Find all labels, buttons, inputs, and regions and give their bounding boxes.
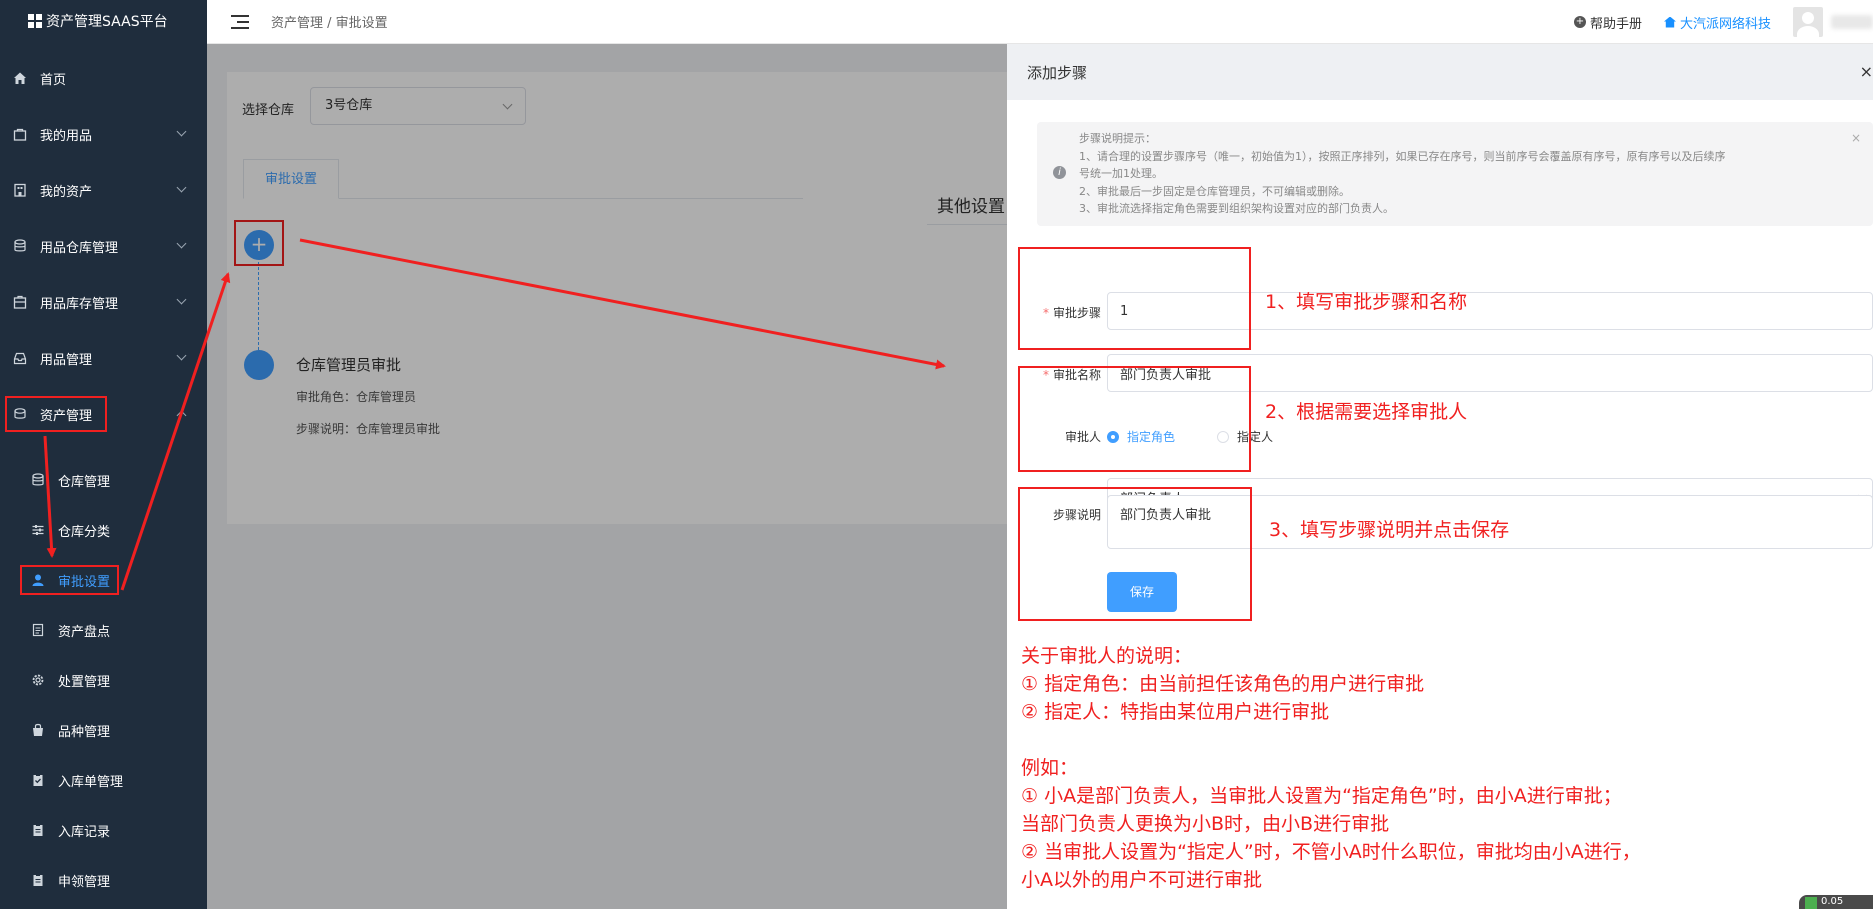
sidebar-item-label: 仓库分类 (58, 524, 111, 540)
sliders-icon (30, 522, 46, 538)
chevron-down-icon (176, 294, 187, 305)
sidebar-item-label: 用品管理 (40, 352, 93, 368)
tips-alert: i × 步骤说明提示： 1、请合理的设置步骤序号（唯一，初始值为1），按照正序排… (1037, 122, 1873, 226)
company-link[interactable]: 大汽派网络科技 (1663, 13, 1771, 32)
chevron-up-icon (176, 410, 187, 421)
sidebar-item-label: 我的资产 (40, 184, 93, 200)
sidebar-subitem-variety-management[interactable]: 品种管理 (0, 710, 207, 750)
explain-line: 当部门负责人更换为小B时，由小B进行审批 (1021, 813, 1390, 835)
sidebar-item-supply-management[interactable]: 用品管理 (0, 338, 207, 378)
drawer-header: 添加步骤 × (1007, 44, 1873, 100)
explain-line: ② 指定人：特指由某位用户进行审批 (1021, 701, 1330, 723)
highlight-approval-settings (20, 565, 119, 595)
clipboard-check-icon (30, 772, 46, 788)
gear-icon (30, 672, 46, 688)
highlight-step-fields (1018, 247, 1251, 350)
help-label: 帮助手册 (1589, 16, 1642, 32)
highlight-description-fields (1018, 487, 1252, 621)
sidebar-item-label: 仓库管理 (58, 474, 111, 490)
bag-icon (30, 722, 46, 738)
explain-line: ① 指定角色：由当前担任该角色的用户进行审批 (1021, 673, 1425, 695)
chevron-down-icon (176, 126, 187, 137)
sidebar-item-my-supplies[interactable]: 我的用品 (0, 114, 207, 154)
company-label: 大汽派网络科技 (1679, 16, 1771, 32)
annotation-step-3: 3、填写步骤说明并点击保存 (1269, 519, 1510, 541)
inbox-icon (12, 350, 28, 366)
explain-line (1021, 726, 1641, 754)
home-icon (1663, 16, 1676, 28)
plus-circle-icon: + (1573, 16, 1586, 28)
explain-line: 关于审批人的说明： (1021, 645, 1193, 667)
app-title: 资产管理SAAS平台 (46, 14, 168, 30)
alert-close-icon[interactable]: × (1851, 130, 1861, 148)
highlight-asset-management (5, 396, 107, 432)
sidebar-item-label: 处置管理 (58, 674, 111, 690)
grid-logo-icon (28, 14, 42, 28)
explain-line: 例如： (1021, 757, 1079, 779)
sidebar-item-label: 用品仓库管理 (40, 240, 119, 256)
document-icon (30, 622, 46, 638)
sidebar-subitem-warehouse-management[interactable]: 仓库管理 (0, 460, 207, 500)
annotation-step-1: 1、填写审批步骤和名称 (1265, 291, 1468, 313)
annotation-step-2: 2、根据需要选择审批人 (1265, 401, 1468, 423)
brand[interactable]: 资产管理SAAS平台 (0, 0, 207, 42)
sidebar-subitem-requisition[interactable]: 申领管理 (0, 860, 207, 900)
building-icon (12, 182, 28, 198)
database-icon (30, 472, 46, 488)
sidebar-item-my-assets[interactable]: 我的资产 (0, 170, 207, 210)
sidebar-item-label: 入库记录 (58, 824, 111, 840)
sidebar-subitem-disposal-management[interactable]: 处置管理 (0, 660, 207, 700)
bag-icon (12, 126, 28, 142)
home-icon (12, 70, 28, 86)
alert-line: 步骤说明提示： (1079, 132, 1156, 145)
sidebar-item-home[interactable]: 首页 (0, 58, 207, 98)
sidebar-item-label: 资产盘点 (58, 624, 111, 640)
menu-toggle-icon[interactable] (231, 14, 249, 29)
status-badge: 0.05 (1799, 895, 1873, 909)
close-icon[interactable]: × (1860, 62, 1873, 81)
chevron-down-icon (176, 182, 187, 193)
sidebar-item-supply-warehouse[interactable]: 用品仓库管理 (0, 226, 207, 266)
chevron-down-icon (176, 238, 187, 249)
box-icon (12, 294, 28, 310)
sidebar-item-label: 首页 (40, 72, 67, 88)
chevron-down-icon (176, 350, 187, 361)
sidebar-item-label: 申领管理 (58, 874, 111, 890)
alert-line: 号统一加1处理。 (1079, 167, 1163, 180)
breadcrumb: 资产管理 / 审批设置 (271, 16, 388, 31)
username-blurred[interactable] (1831, 15, 1873, 29)
sidebar-item-supply-stock[interactable]: 用品库存管理 (0, 282, 207, 322)
clipboard-icon (30, 822, 46, 838)
alert-line: 1、请合理的设置步骤序号（唯一，初始值为1），按照正序排列，如果已存在序号，则当… (1079, 149, 1726, 163)
explain-line: ② 当审批人设置为“指定人”时，不管小A时什么职位，审批均由小A进行， (1021, 841, 1641, 863)
sidebar-item-label: 入库单管理 (58, 774, 124, 790)
sidebar: 资产管理SAAS平台 首页 我的用品 我的资产 用品仓库管理 用品库存管理 用品… (0, 0, 207, 909)
alert-line: 3、审批流选择指定角色需要到组织架构设置对应的部门负责人。 (1079, 202, 1394, 215)
explain-line: ① 小A是部门负责人，当审批人设置为“指定角色”时，由小A进行审批； (1021, 785, 1622, 807)
sidebar-subitem-inbound-order[interactable]: 入库单管理 (0, 760, 207, 800)
clipboard-icon (30, 872, 46, 888)
modal-overlay[interactable] (207, 44, 1007, 909)
add-step-drawer: 添加步骤 × i × 步骤说明提示： 1、请合理的设置步骤序号（唯一，初始值为1… (1007, 44, 1873, 909)
sidebar-subitem-warehouse-category[interactable]: 仓库分类 (0, 510, 207, 550)
approver-explanation: 关于审批人的说明： ① 指定角色：由当前担任该角色的用户进行审批 ② 指定人：特… (1021, 642, 1641, 894)
top-header: 资产管理 / 审批设置 + 帮助手册 大汽派网络科技 (207, 0, 1873, 44)
avatar[interactable] (1793, 7, 1823, 37)
explain-line: 小A以外的用户不可进行审批 (1021, 869, 1262, 891)
sidebar-subitem-inbound-record[interactable]: 入库记录 (0, 810, 207, 850)
highlight-approver-fields (1018, 366, 1251, 472)
alert-line: 2、审批最后一步固定是仓库管理员，不可编辑或删除。 (1079, 184, 1350, 198)
drawer-title: 添加步骤 (1027, 63, 1088, 82)
sidebar-item-label: 用品库存管理 (40, 296, 119, 312)
sidebar-subitem-asset-inventory[interactable]: 资产盘点 (0, 610, 207, 650)
info-icon: i (1053, 166, 1066, 179)
database-icon (12, 238, 28, 254)
help-manual-link[interactable]: + 帮助手册 (1573, 13, 1642, 32)
sidebar-item-label: 我的用品 (40, 128, 93, 144)
sidebar-item-label: 品种管理 (58, 724, 111, 740)
